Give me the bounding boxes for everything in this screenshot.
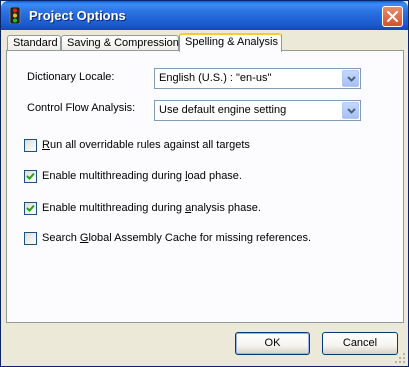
dictionary-locale-label: Dictionary Locale: — [27, 71, 115, 83]
tab-saving-compression[interactable]: Saving & Compression — [61, 35, 179, 51]
chevron-down-icon — [347, 76, 356, 82]
project-options-dialog: Project Options Standard Saving & Compre… — [0, 0, 409, 367]
title-bar[interactable]: Project Options — [1, 1, 408, 30]
multithread-analysis-label[interactable]: Enable multithreading during analysis ph… — [42, 202, 261, 214]
search-gac-checkbox[interactable] — [24, 232, 37, 245]
tab-spelling-analysis[interactable]: Spelling & Analysis — [179, 33, 282, 52]
tab-standard[interactable]: Standard — [7, 35, 61, 51]
multithread-load-label[interactable]: Enable multithreading during load phase. — [42, 170, 242, 182]
control-flow-label: Control Flow Analysis: — [27, 102, 136, 114]
multithread-load-checkbox[interactable] — [24, 170, 37, 183]
window-title: Project Options — [29, 8, 126, 23]
chevron-down-icon — [347, 108, 356, 114]
search-gac-label[interactable]: Search Global Assembly Cache for missing… — [42, 232, 311, 244]
dropdown-arrow[interactable] — [342, 102, 359, 119]
multithread-analysis-checkbox[interactable] — [24, 202, 37, 215]
control-flow-select[interactable]: Use default engine setting — [154, 100, 361, 121]
cancel-button[interactable]: Cancel — [322, 332, 398, 355]
tab-panel: Dictionary Locale: English (U.S.) : "en-… — [6, 50, 404, 323]
run-all-rules-label[interactable]: Run all overridable rules against all ta… — [42, 139, 250, 151]
control-flow-value: Use default engine setting — [159, 104, 287, 116]
close-button[interactable] — [382, 6, 403, 27]
checkmark-icon — [26, 172, 35, 180]
dictionary-locale-select[interactable]: English (U.S.) : "en-us" — [154, 68, 361, 89]
resize-grip-icon[interactable] — [394, 352, 406, 364]
dropdown-arrow[interactable] — [342, 70, 359, 87]
dictionary-locale-value: English (U.S.) : "en-us" — [159, 72, 272, 84]
ok-button[interactable]: OK — [235, 332, 310, 355]
run-all-rules-checkbox[interactable] — [24, 139, 37, 152]
checkmark-icon — [26, 204, 35, 212]
traffic-light-icon — [9, 7, 21, 24]
close-icon — [387, 11, 398, 22]
